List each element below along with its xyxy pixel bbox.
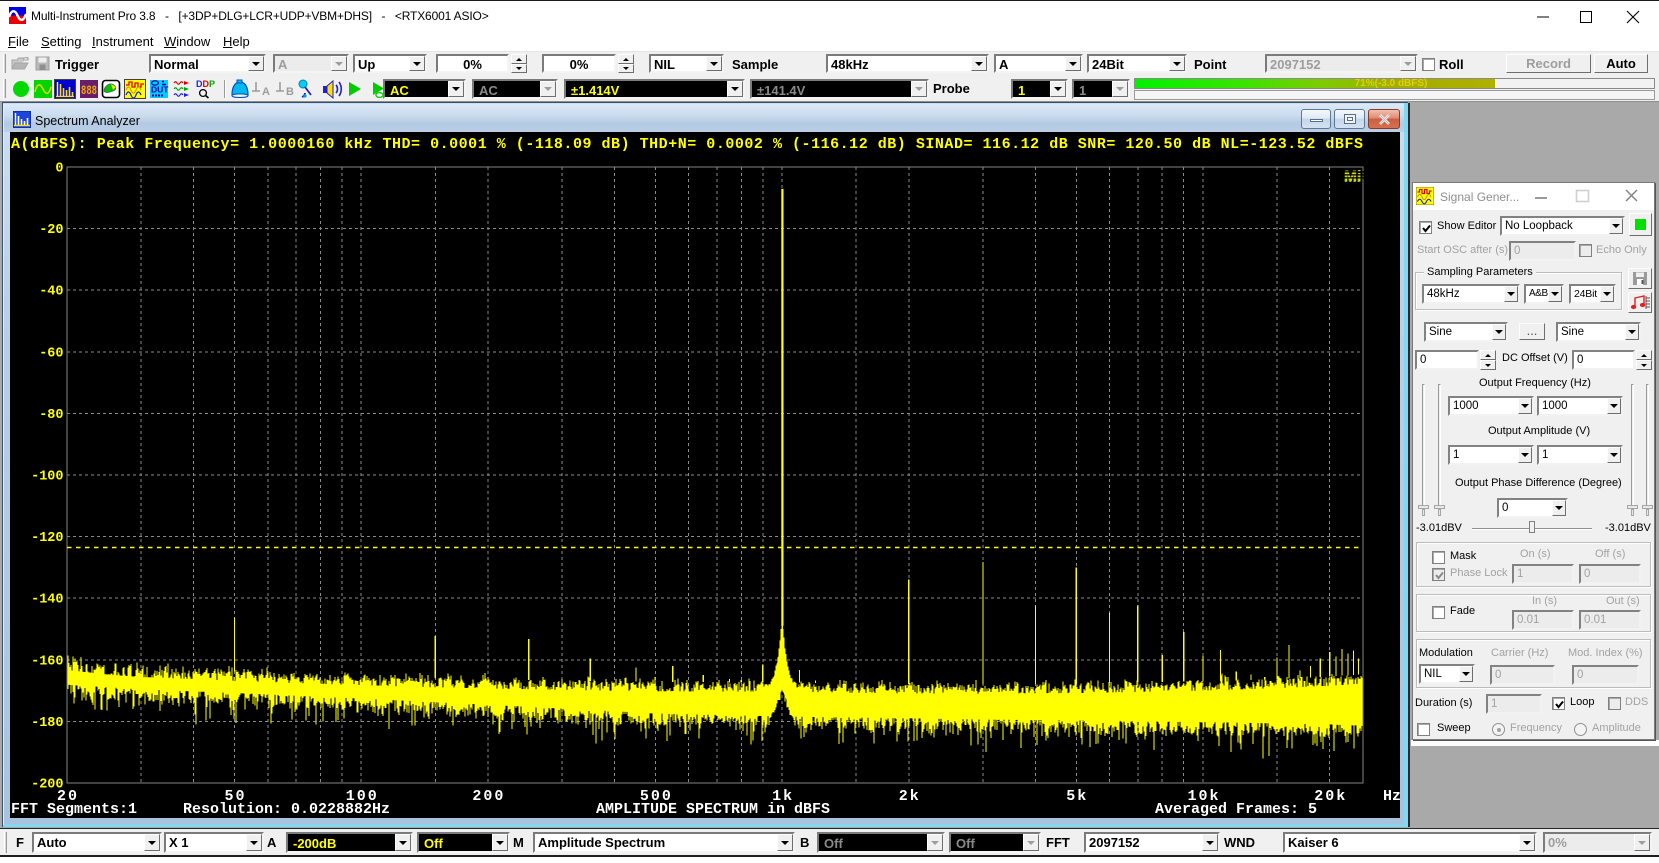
svg-text:FFT Segments:1: FFT Segments:1 [11, 801, 137, 818]
svg-text:A: A [262, 86, 270, 98]
svg-text:-120: -120 [31, 531, 63, 546]
svg-text:Averaged Frames: 5: Averaged Frames: 5 [1155, 801, 1317, 818]
svg-text:-60: -60 [39, 346, 63, 361]
svg-text:A(dBFS): Peak Frequency= 1.00: A(dBFS): Peak Frequency= 1.0000160 kHz T… [11, 136, 1363, 153]
svg-text:20k: 20k [1314, 788, 1347, 805]
svg-text:0: 0 [55, 162, 63, 177]
svg-text:B: B [286, 86, 294, 98]
svg-text:2k: 2k [899, 788, 921, 805]
svg-text:200: 200 [472, 788, 505, 805]
svg-text:AMPLITUDE SPECTRUM in dBFS: AMPLITUDE SPECTRUM in dBFS [596, 801, 830, 818]
svg-text:5k: 5k [1066, 788, 1088, 805]
svg-text:Hz: Hz [1383, 788, 1400, 805]
svg-text:-40: -40 [39, 285, 63, 300]
svg-text:-100: -100 [31, 470, 63, 485]
svg-text:-180: -180 [31, 716, 63, 731]
svg-text:-140: -140 [31, 593, 63, 608]
svg-text:888: 888 [81, 84, 97, 98]
svg-text:DDP: DDP [196, 79, 215, 89]
svg-text:DUT: DUT [151, 85, 169, 95]
svg-text:Mi: Mi [1344, 169, 1361, 186]
svg-text:Resolution: 0.0228882Hz: Resolution: 0.0228882Hz [183, 801, 390, 818]
svg-text:-160: -160 [31, 654, 63, 669]
svg-text:-20: -20 [39, 223, 63, 238]
svg-text:-80: -80 [39, 408, 63, 423]
